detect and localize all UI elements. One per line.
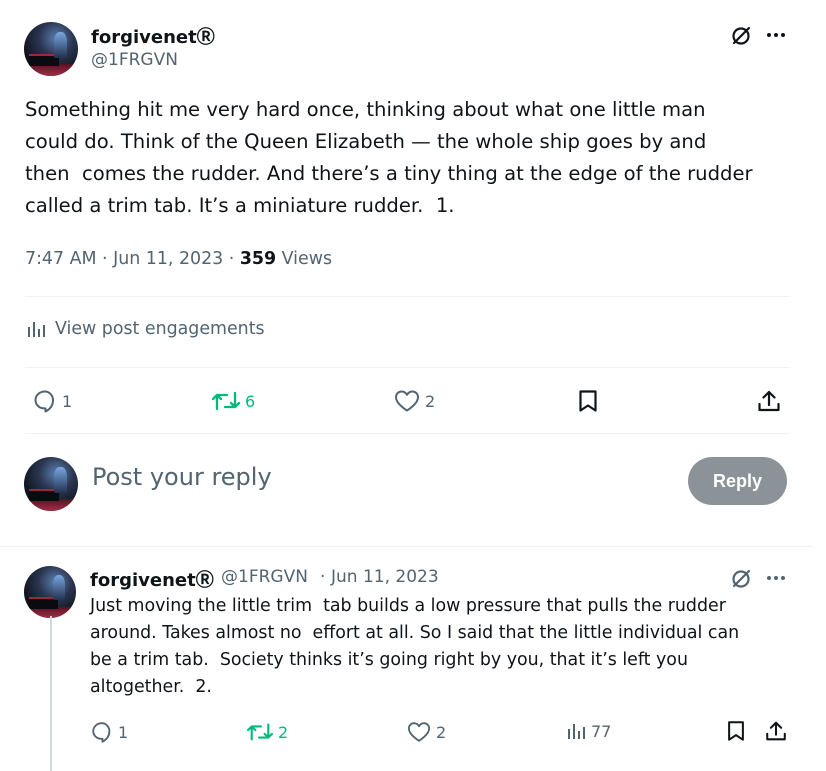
author-name[interactable]: forgivenetⓇ bbox=[91, 23, 215, 49]
tweet-time[interactable]: 7:47 AM bbox=[25, 249, 96, 269]
divider bbox=[25, 296, 789, 297]
bar-chart-icon bbox=[568, 724, 585, 739]
reply-count: 1 bbox=[118, 722, 129, 742]
tweet-date[interactable]: Jun 11, 2023 bbox=[113, 249, 223, 269]
heart-icon bbox=[407, 722, 431, 742]
reply-avatar[interactable] bbox=[24, 566, 76, 618]
separator: · bbox=[320, 567, 326, 587]
grok-slash-icon[interactable] bbox=[729, 24, 753, 48]
tweet-meta: 7:47 AM · Jun 11, 2023 · 359 Views bbox=[25, 249, 332, 269]
more-dots-icon[interactable] bbox=[764, 25, 788, 45]
avatar[interactable] bbox=[24, 22, 78, 76]
bar-chart-icon bbox=[28, 322, 45, 337]
reply-date[interactable]: Jun 11, 2023 bbox=[331, 567, 439, 587]
speech-bubble-icon bbox=[34, 390, 54, 413]
reply-reply-action[interactable]: 1 bbox=[90, 720, 128, 744]
bookmark-icon[interactable] bbox=[725, 719, 747, 743]
reply-repost-action[interactable]: 2 bbox=[246, 720, 288, 744]
composer-avatar bbox=[24, 457, 78, 511]
tweet-text: Something hit me very hard once, thinkin… bbox=[25, 98, 753, 217]
share-upload-icon[interactable] bbox=[756, 388, 782, 414]
like-action[interactable]: 2 bbox=[393, 388, 435, 414]
reply-button[interactable]: Reply bbox=[688, 457, 787, 505]
separator: · bbox=[228, 249, 235, 269]
repost-arrows-icon bbox=[246, 723, 274, 741]
reply-text: Just moving the little trim tab builds a… bbox=[90, 596, 740, 697]
heart-icon bbox=[395, 390, 419, 412]
like-count: 2 bbox=[436, 722, 447, 742]
reply-input[interactable]: Post your reply bbox=[92, 463, 272, 491]
speech-bubble-icon bbox=[92, 722, 111, 743]
divider bbox=[25, 433, 789, 434]
divider bbox=[0, 546, 812, 547]
repost-action[interactable]: 6 bbox=[211, 388, 255, 414]
repost-count: 2 bbox=[278, 722, 289, 742]
reply-count: 1 bbox=[62, 391, 73, 411]
reply-author-handle[interactable]: @1FRGVN bbox=[221, 567, 308, 587]
bookmark-icon[interactable] bbox=[576, 388, 600, 414]
author-handle[interactable]: @1FRGVN bbox=[91, 50, 178, 70]
view-engagements-link[interactable]: View post engagements bbox=[25, 318, 265, 340]
grok-slash-icon[interactable] bbox=[729, 567, 753, 591]
separator: · bbox=[102, 249, 108, 269]
repost-arrows-icon bbox=[211, 391, 241, 411]
views-count: 359 bbox=[239, 249, 277, 269]
repost-count: 6 bbox=[245, 391, 256, 411]
like-count: 2 bbox=[425, 391, 436, 411]
views-label: Views bbox=[281, 249, 333, 269]
more-dots-icon[interactable] bbox=[764, 568, 788, 588]
reply-author-name[interactable]: forgivenetⓇ bbox=[90, 566, 214, 592]
divider bbox=[25, 367, 789, 368]
share-upload-icon[interactable] bbox=[764, 719, 788, 743]
engagements-label: View post engagements bbox=[55, 319, 265, 339]
thread-line bbox=[50, 616, 52, 771]
reply-action[interactable]: 1 bbox=[32, 388, 72, 414]
reply-views-action[interactable]: 77 bbox=[565, 720, 611, 742]
reply-like-action[interactable]: 2 bbox=[406, 720, 446, 744]
views-count: 77 bbox=[591, 721, 612, 741]
